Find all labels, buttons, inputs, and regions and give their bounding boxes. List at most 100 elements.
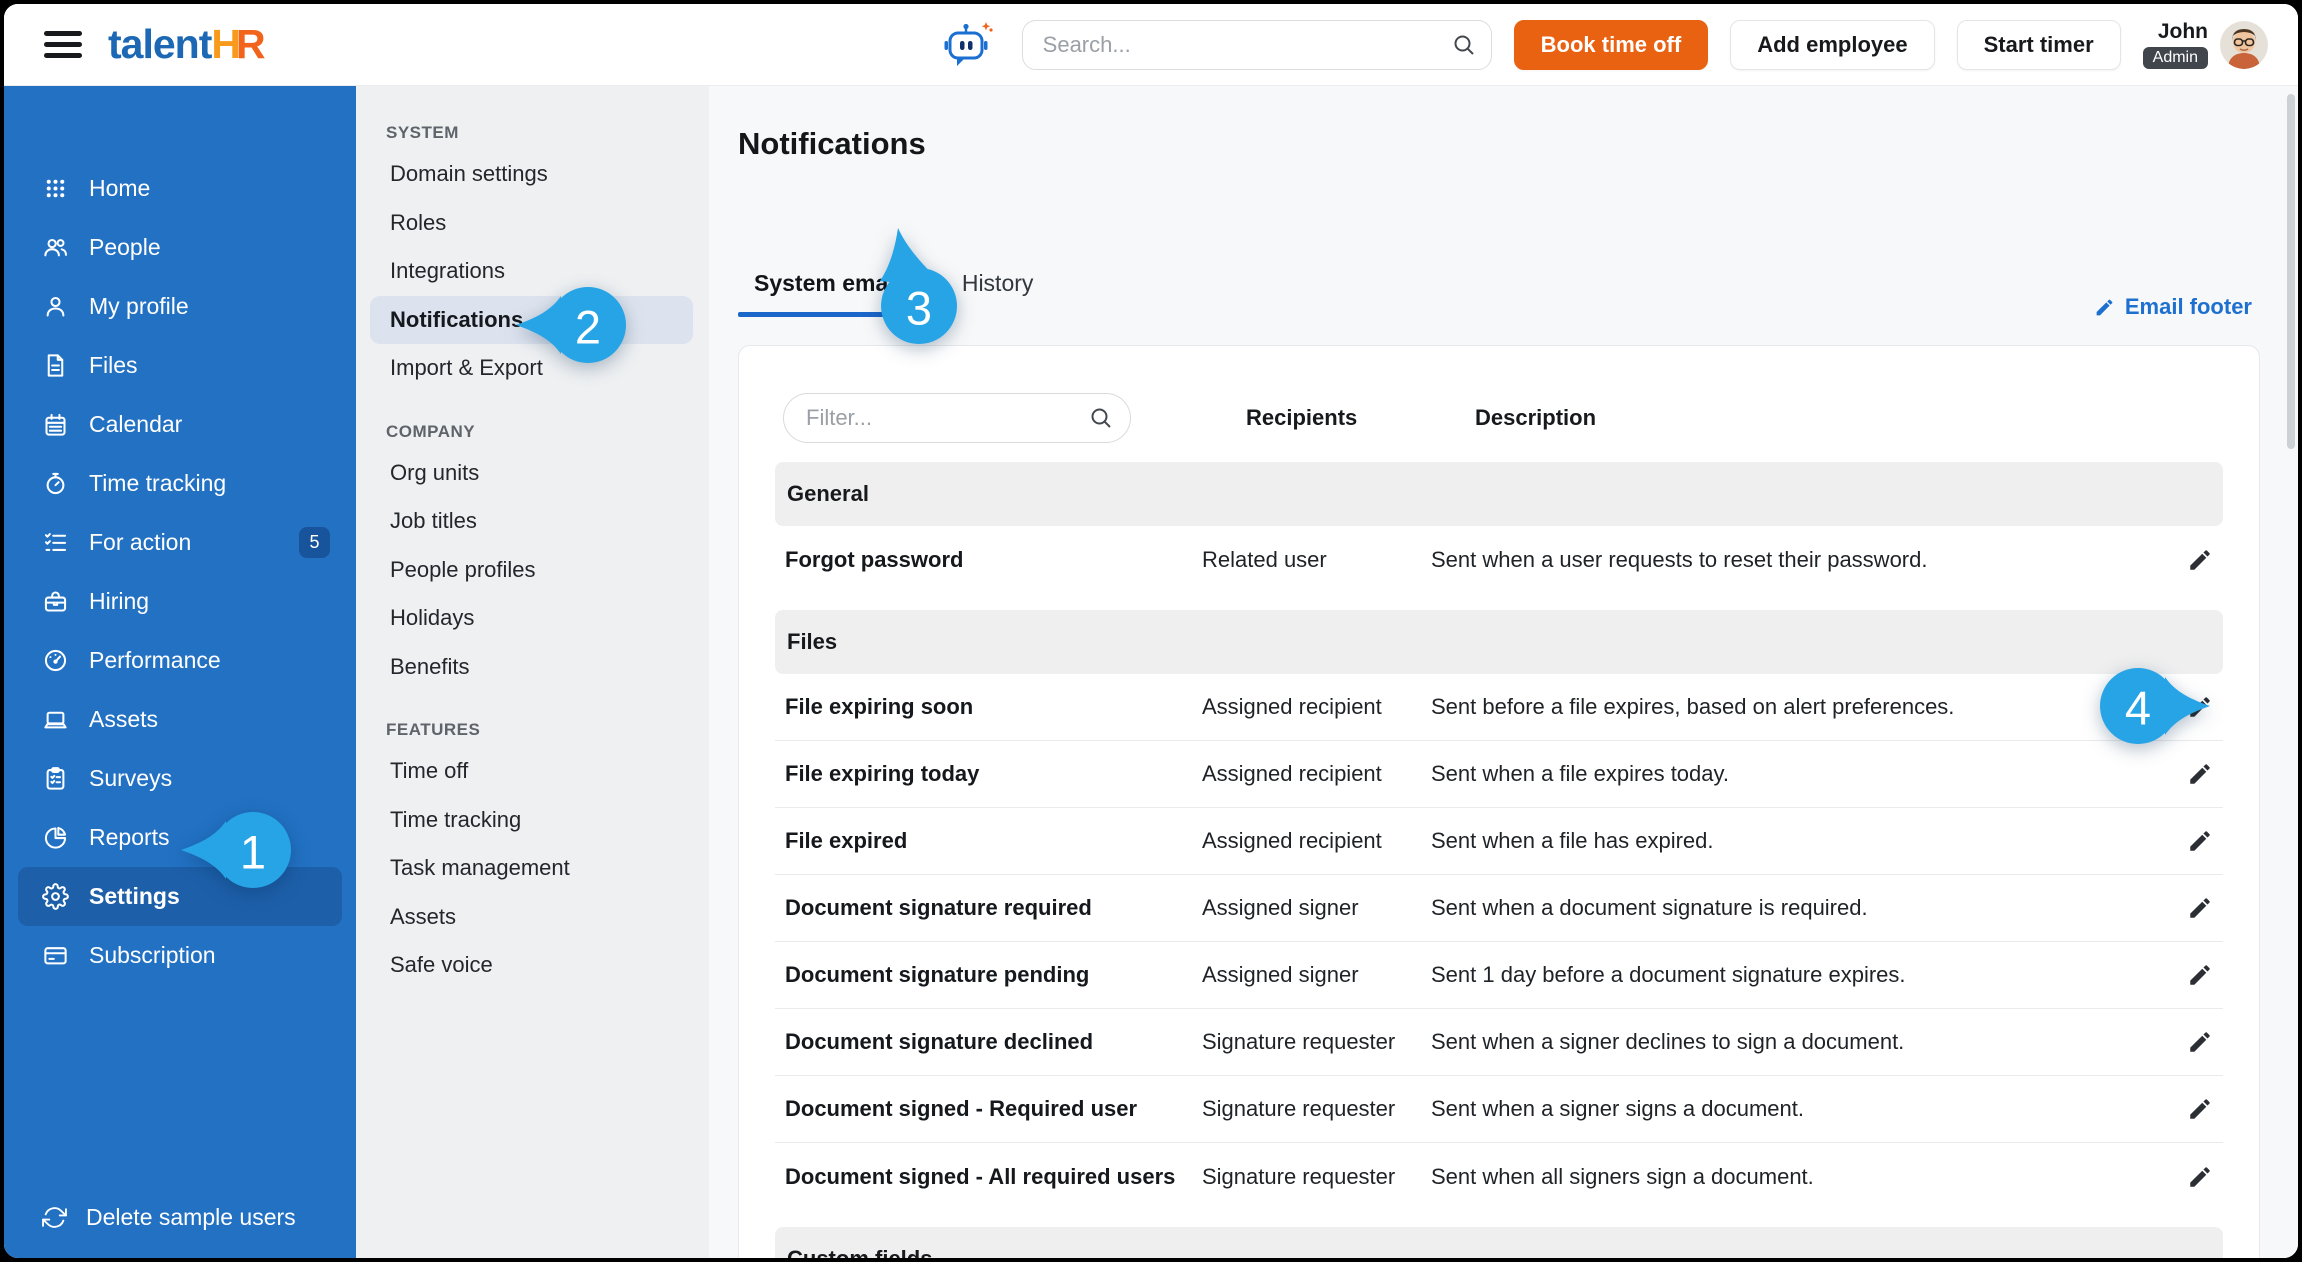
people-icon	[42, 234, 69, 261]
settings-nav-item-org-units[interactable]: Org units	[386, 449, 709, 498]
sidebar-item-subscription[interactable]: Subscription	[4, 926, 356, 985]
email-footer-link[interactable]: Email footer	[2094, 294, 2252, 320]
sidebar-item-label: Subscription	[89, 942, 216, 968]
search-input[interactable]	[1021, 19, 1492, 70]
sidebar-item-label: Home	[89, 175, 151, 201]
row-description: Sent when a signer declines to sign a do…	[1431, 1029, 1905, 1054]
edit-pencil-icon[interactable]	[2183, 761, 2213, 787]
sidebar-item-label: Assets	[89, 706, 159, 732]
scrollbar-thumb[interactable]	[2287, 94, 2295, 449]
row-recipients: Assigned recipient	[1202, 694, 1382, 719]
settings-nav-section-features: FEATURES	[386, 720, 481, 739]
edit-pencil-icon[interactable]	[2183, 1096, 2213, 1122]
table-row: Document signature pending Assigned sign…	[775, 942, 2223, 1009]
edit-pencil-icon[interactable]	[2183, 828, 2213, 854]
edit-pencil-icon[interactable]	[2183, 1029, 2213, 1055]
start-timer-button[interactable]: Start timer	[1956, 19, 2121, 70]
settings-nav-item-domain-settings[interactable]: Domain settings	[386, 150, 709, 199]
for-action-count-badge: 5	[299, 527, 330, 558]
settings-nav-item-safe-voice[interactable]: Safe voice	[386, 941, 709, 990]
sidebar-item-hiring[interactable]: Hiring	[4, 572, 356, 631]
book-time-off-button[interactable]: Book time off	[1513, 19, 1709, 70]
settings-nav-item-roles[interactable]: Roles	[386, 199, 709, 248]
row-name: File expiring soon	[785, 694, 974, 719]
app-window: talentHR Book time off Add employee Star…	[0, 0, 2302, 1262]
callout-marker-1: 1	[181, 812, 291, 888]
sidebar-item-my-profile[interactable]: My profile	[4, 277, 356, 336]
settings-nav-item-holidays[interactable]: Holidays	[386, 594, 709, 643]
sidebar-item-performance[interactable]: Performance	[4, 631, 356, 690]
pencil-icon	[2096, 299, 2113, 315]
chatbot-icon[interactable]	[942, 19, 994, 71]
user-menu[interactable]: John Admin	[2142, 20, 2268, 69]
edit-pencil-icon[interactable]	[2183, 895, 2213, 921]
clipboard-icon	[42, 765, 69, 792]
sidebar-item-for-action[interactable]: For action 5	[4, 513, 356, 572]
home-icon	[42, 175, 69, 202]
sidebar-item-label: For action	[89, 529, 192, 555]
gauge-icon	[42, 647, 69, 674]
sidebar-item-people[interactable]: People	[4, 218, 356, 277]
row-description: Sent when a file has expired.	[1431, 828, 1714, 853]
sidebar-item-calendar[interactable]: Calendar	[4, 395, 356, 454]
sidebar-item-label: Hiring	[89, 588, 150, 614]
logo-text-r: R	[235, 21, 266, 67]
row-recipients: Signature requester	[1202, 1096, 1396, 1121]
settings-nav-item-benefits[interactable]: Benefits	[386, 643, 709, 692]
row-description: Sent before a file expires, based on ale…	[1431, 694, 1955, 719]
sidebar-item-label: Performance	[89, 647, 221, 673]
menu-icon[interactable]	[44, 25, 82, 65]
row-description: Sent when a document signature is requir…	[1431, 895, 1868, 920]
section-header-general: General	[775, 462, 2223, 526]
settings-nav-item-task-management[interactable]: Task management	[386, 844, 709, 893]
briefcase-icon	[42, 588, 69, 615]
sidebar-item-files[interactable]: Files	[4, 336, 356, 395]
edit-pencil-icon[interactable]	[2183, 962, 2213, 988]
email-footer-label: Email footer	[2124, 294, 2252, 319]
row-name: Forgot password	[785, 546, 964, 572]
row-name: Document signed - Required user	[785, 1096, 1138, 1121]
delete-sample-users-label: Delete sample users	[86, 1203, 296, 1230]
table-row: File expired Assigned recipient Sent whe…	[775, 808, 2223, 875]
system-emails-card: Recipients Description General Forgot pas…	[738, 345, 2260, 1258]
column-header-recipients: Recipients	[1246, 405, 1358, 430]
gear-icon	[42, 883, 69, 910]
settings-nav-item-assets[interactable]: Assets	[386, 893, 709, 942]
sidebar-item-label: People	[89, 234, 161, 260]
filter-box	[783, 393, 1131, 443]
sidebar-item-home[interactable]: Home	[4, 159, 356, 218]
add-employee-button[interactable]: Add employee	[1730, 19, 1935, 70]
avatar[interactable]	[2220, 20, 2268, 69]
sidebar-item-time-tracking[interactable]: Time tracking	[4, 454, 356, 513]
table-header-row: Recipients Description	[783, 393, 2215, 443]
edit-pencil-icon[interactable]	[2183, 547, 2213, 573]
row-name: File expiring today	[785, 761, 980, 786]
file-icon	[42, 352, 69, 379]
svg-text:4: 4	[2125, 682, 2151, 735]
search-icon	[1091, 408, 1111, 428]
settings-nav-item-people-profiles[interactable]: People profiles	[386, 546, 709, 595]
delete-sample-users-button[interactable]: Delete sample users	[42, 1192, 296, 1242]
row-name: File expired	[785, 828, 908, 853]
filter-input[interactable]	[783, 393, 1131, 443]
svg-text:1: 1	[240, 826, 266, 879]
row-name: Document signature declined	[785, 1029, 1094, 1054]
row-name: Document signature pending	[785, 962, 1090, 987]
settings-nav-section-system: SYSTEM	[386, 123, 459, 142]
user-icon	[42, 293, 69, 320]
svg-text:2: 2	[575, 301, 601, 354]
app-logo[interactable]: talentHR	[108, 21, 266, 68]
table-row: Document signature declined Signature re…	[775, 1009, 2223, 1076]
sidebar-item-assets[interactable]: Assets	[4, 690, 356, 749]
edit-pencil-icon[interactable]	[2183, 1164, 2213, 1190]
row-recipients: Assigned recipient	[1202, 828, 1382, 853]
card-icon	[42, 942, 69, 969]
svg-text:3: 3	[906, 282, 932, 335]
sidebar-item-surveys[interactable]: Surveys	[4, 749, 356, 808]
settings-nav-item-time-off[interactable]: Time off	[386, 747, 709, 796]
callout-marker-2: 2	[516, 287, 626, 363]
sidebar-item-label: Files	[89, 352, 138, 378]
settings-nav-item-job-titles[interactable]: Job titles	[386, 497, 709, 546]
settings-nav-item-time-tracking[interactable]: Time tracking	[386, 796, 709, 845]
row-recipients: Assigned signer	[1202, 962, 1359, 987]
